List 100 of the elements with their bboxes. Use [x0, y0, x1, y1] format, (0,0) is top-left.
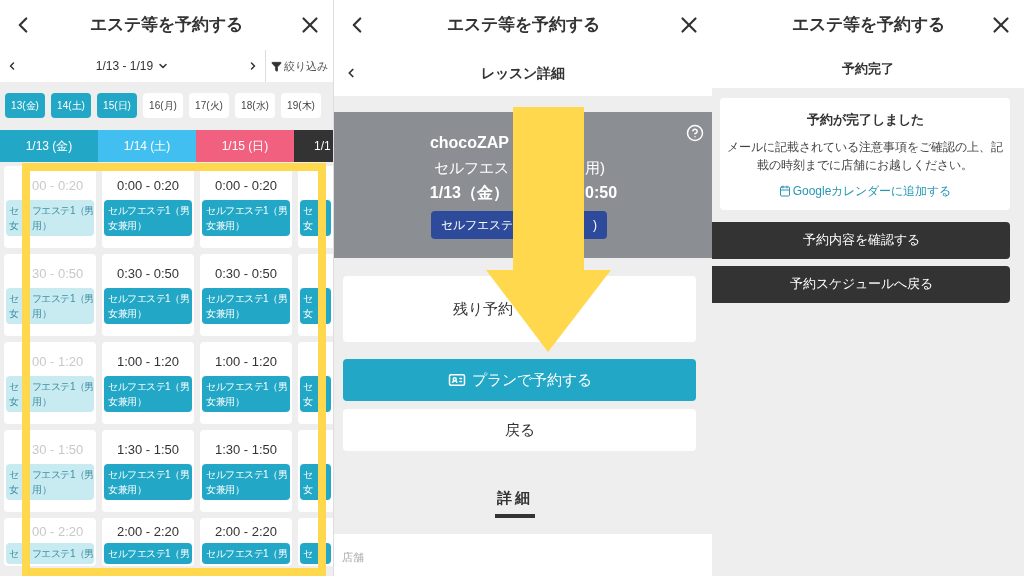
slot-label: セルフエステ1（男 — [205, 204, 289, 218]
page-subtitle: 予約完了 — [842, 60, 894, 79]
slot-time: 1:30 - 1:50 — [213, 441, 279, 458]
slot-label: セ — [302, 468, 314, 482]
plan-name-tail: 用) — [585, 157, 606, 178]
slot-time: 1:00 - 1:20 — [115, 353, 181, 370]
slot-card[interactable]: 1:30 - 1:50 セルフエステ1（男 女兼用） — [200, 430, 292, 512]
slot-label: セルフエステ1（男 — [107, 292, 191, 306]
slot-label: セ — [8, 547, 20, 561]
slot-label: 女 — [8, 307, 20, 321]
confirmation-heading: 予約が完了しました — [806, 111, 924, 129]
slot-time: 1:00 - 1:20 — [213, 353, 279, 370]
slot-card[interactable]: 0:30 - 0:50 セルフエステ1（男 女兼用） — [102, 254, 194, 336]
section-heading: 詳細 — [497, 488, 533, 508]
slot-label: セルフエステ1（男 — [107, 204, 191, 218]
help-icon[interactable] — [686, 124, 704, 142]
day-chip[interactable]: 17(火) — [189, 93, 229, 118]
day-chip[interactable]: 19(木) — [281, 93, 321, 118]
slot-label: 女 — [302, 483, 314, 497]
slot-badge[interactable]: セルフエステ1（男 女兼用） — [104, 464, 192, 500]
calendar-link[interactable]: Googleカレンダーに追加する — [778, 181, 952, 200]
slot-label: セルフエステ1（男 — [107, 380, 191, 394]
slot-label: セルフエステ1（男 — [205, 292, 289, 306]
screen-title: エステ等を予約する — [446, 14, 600, 37]
day-column-header: 1/14 (土) — [98, 130, 196, 162]
slot-card[interactable]: 1:30 - 1:50 セルフエステ1（男 女兼用） — [102, 430, 194, 512]
day-column-header: 1/13 (金) — [0, 130, 98, 162]
week-range-dropdown[interactable]: 1/13 - 1/19 — [95, 57, 170, 75]
slot-time: 1:30 - 1:50 — [115, 441, 181, 458]
slot-time: 0:00 - 0:20 — [115, 177, 181, 194]
slot-label: 女兼用） — [107, 395, 147, 409]
slot-label: 女兼用） — [205, 219, 245, 233]
slot-card[interactable]: 1:00 - 1:20 セルフエステ1（男 女兼用） — [102, 342, 194, 424]
plan-name: セルフエス — [433, 157, 509, 178]
slot-label: 女 — [8, 395, 20, 409]
slot-label: 用） — [32, 307, 51, 321]
day-column-header: 1/1 — [294, 130, 333, 162]
slot-label: 女兼用） — [205, 395, 245, 409]
slot-label: 女 — [302, 219, 314, 233]
slot-label: 女 — [8, 483, 20, 497]
slot-badge[interactable]: セルフエステ1（男 女兼用） — [202, 200, 290, 236]
slot-badge[interactable]: セルフエステ1（男 女兼用） — [104, 200, 192, 236]
slot-label: セ — [302, 547, 314, 561]
slot-label: 女兼用） — [205, 307, 245, 321]
slot-label: 女兼用） — [107, 219, 147, 233]
back-button[interactable]: 戻る — [343, 409, 696, 451]
slot-label: セルフエステ1（男 — [205, 380, 289, 394]
day-chip[interactable]: 18(水) — [235, 93, 275, 118]
day-chip[interactable]: 15(日) — [97, 93, 137, 118]
slot-label: フエステ1（男 — [31, 292, 94, 306]
slot-label: セ — [8, 292, 20, 306]
store-label: 店舗 — [342, 550, 364, 563]
slot-card[interactable]: 2:00 - 2:20 セルフエステ1（男 — [200, 518, 292, 566]
slot-label: フエステ1（男 — [31, 547, 94, 561]
slot-badge[interactable]: セルフエステ1（男 女兼用） — [202, 288, 290, 324]
slot-label: 女 — [302, 395, 314, 409]
slot-label: 女兼用） — [107, 307, 147, 321]
screen-title: エステ等を予約する — [90, 14, 243, 37]
slot-label: 用） — [32, 483, 51, 497]
slot-label: 用） — [32, 219, 51, 233]
reserve-button[interactable]: プランで予約する — [343, 359, 696, 401]
plan-tag-tail: ) — [593, 217, 597, 235]
confirmation-message: メールに記載されている注意事項をご確認の上、記載の時刻までに店舗にお越しください。 — [726, 138, 1004, 174]
slot-label: セ — [302, 292, 314, 306]
screen-title: エステ等を予約する — [791, 14, 945, 37]
slot-time: 2:00 - 2:20 — [115, 523, 181, 540]
slot-label: 女兼用） — [107, 483, 147, 497]
filter-icon — [271, 60, 282, 72]
slot-label: 女 — [8, 219, 20, 233]
slot-label: フエステ1（男 — [31, 380, 94, 394]
action-button[interactable]: 予約スケジュールへ戻る — [712, 265, 1010, 303]
calendar-icon — [778, 184, 791, 197]
action-button[interactable]: 予約内容を確認する — [712, 221, 1010, 259]
slot-time: 0:30 - 0:50 — [115, 265, 181, 282]
slot-card[interactable]: 1:00 - 1:20 セルフエステ1（男 女兼用） — [200, 342, 292, 424]
day-chip[interactable]: 16(月) — [143, 93, 183, 118]
slot-label: セ — [8, 380, 20, 394]
slot-card[interactable]: 0:30 - 0:50 セルフエステ1（男 女兼用） — [200, 254, 292, 336]
slot-label: セ — [302, 204, 314, 218]
day-chip[interactable]: 14(土) — [51, 93, 91, 118]
store-name: chocoZAP — [428, 132, 509, 153]
slot-time: 0:30 - 0:50 — [213, 265, 279, 282]
slot-label: セ — [302, 380, 314, 394]
slot-label: 用） — [32, 395, 51, 409]
slot-label: セ — [8, 468, 20, 482]
slot-label: 女 — [302, 307, 314, 321]
slot-label: セルフエステ1（男 — [107, 468, 191, 482]
day-chip[interactable]: 13(金) — [5, 93, 45, 118]
slot-badge[interactable]: セルフエステ1（男 女兼用） — [104, 376, 192, 412]
lesson-date: 1/13（金） — [428, 183, 509, 204]
slot-badge[interactable]: セルフエステ1（男 女兼用） — [104, 288, 192, 324]
slot-card[interactable]: 2:00 - 2:20 セルフエステ1（男 — [102, 518, 194, 566]
slot-label: セ — [8, 204, 20, 218]
slot-badge[interactable]: セルフエステ1（男 女兼用） — [202, 376, 290, 412]
slot-time: 2:00 - 2:20 — [213, 523, 279, 540]
page-subtitle: レッスン詳細 — [480, 63, 566, 83]
slot-label: セルフエステ1（男 — [205, 468, 289, 482]
remaining-label: 残り予約 — [453, 298, 513, 319]
slot-badge[interactable]: セルフエステ1（男 女兼用） — [202, 464, 290, 500]
id-card-icon — [447, 371, 466, 389]
